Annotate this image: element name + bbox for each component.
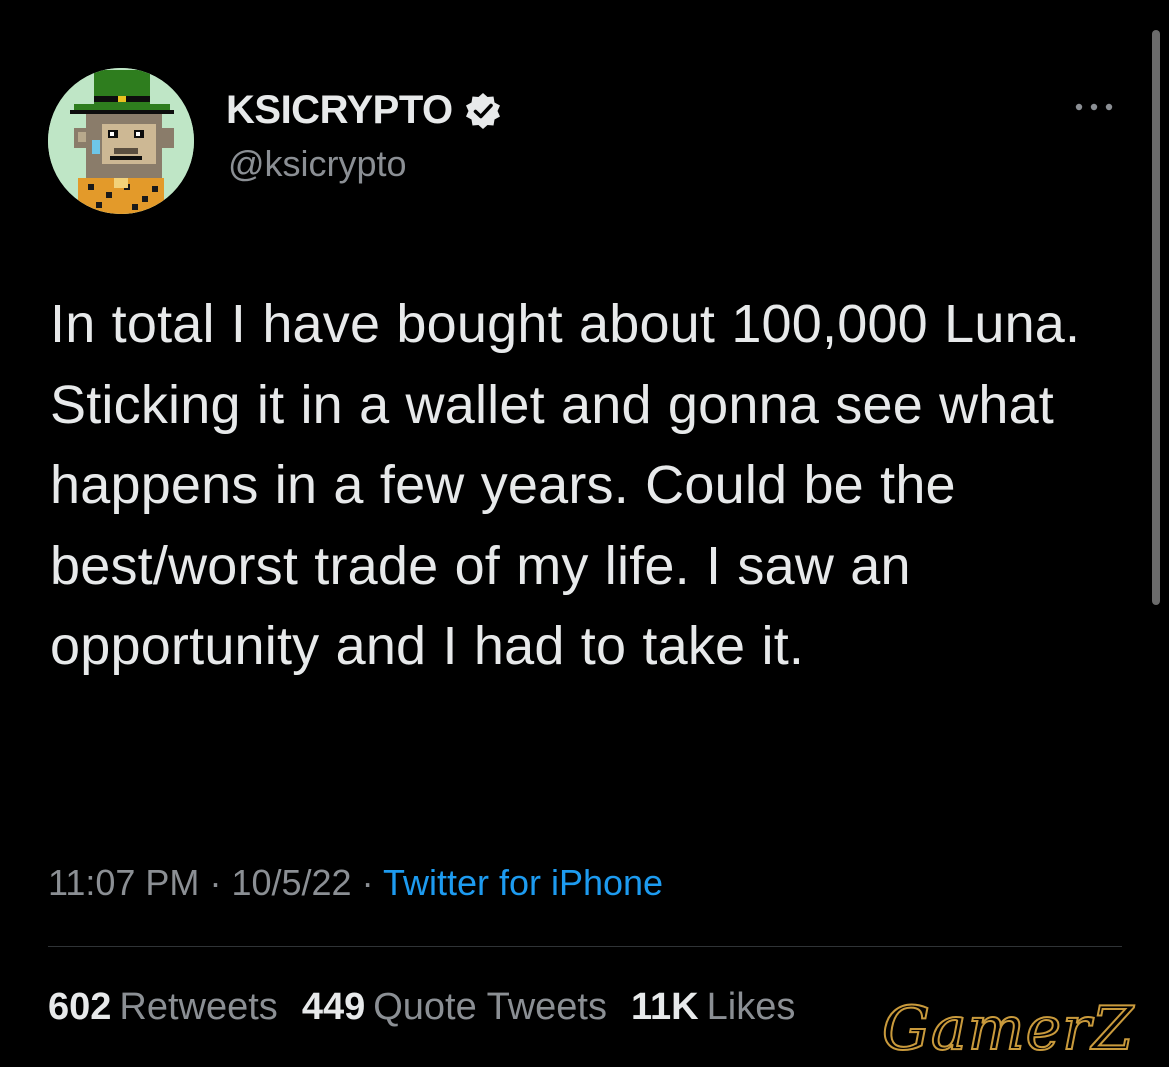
- likes-count: 11K: [631, 986, 699, 1028]
- verified-badge-icon: [465, 92, 500, 129]
- quote-tweets-stat[interactable]: 449 Quote Tweets: [302, 986, 607, 1029]
- likes-stat[interactable]: 11K Likes: [631, 986, 795, 1029]
- pixel-ape-avatar-icon: [48, 68, 194, 214]
- quote-tweets-label: Quote Tweets: [373, 986, 607, 1028]
- tweet-detail: KSICRYPTO @ksicrypto In total I have bou…: [0, 0, 1169, 1067]
- tweet-date[interactable]: 10/5/22: [231, 862, 351, 903]
- author-handle[interactable]: @ksicrypto: [228, 143, 407, 185]
- meta-separator: ·: [209, 862, 222, 903]
- scrollbar[interactable]: [1152, 30, 1160, 605]
- quote-tweets-count: 449: [301, 986, 366, 1028]
- avatar[interactable]: [48, 68, 194, 214]
- more-dots-icon[interactable]: [1069, 92, 1119, 122]
- divider: [48, 946, 1122, 947]
- likes-label: Likes: [706, 986, 796, 1028]
- tweet-time[interactable]: 11:07 PM: [48, 862, 199, 903]
- retweets-label: Retweets: [119, 986, 278, 1028]
- watermark-logo: GamerZ: [881, 993, 1135, 1065]
- display-name[interactable]: KSICRYPTO: [226, 88, 453, 133]
- tweet-meta: 11:07 PM · 10/5/22 · Twitter for iPhone: [48, 862, 663, 904]
- meta-separator: ·: [361, 862, 374, 903]
- tweet-source-link[interactable]: Twitter for iPhone: [383, 862, 663, 903]
- author-name-row[interactable]: KSICRYPTO: [226, 88, 503, 133]
- tweet-text: In total I have bought about 100,000 Lun…: [50, 294, 1081, 676]
- retweets-stat[interactable]: 602 Retweets: [48, 986, 278, 1029]
- retweets-count: 602: [48, 986, 112, 1028]
- tweet-stats: 602 Retweets 449 Quote Tweets 11K Likes: [48, 986, 795, 1029]
